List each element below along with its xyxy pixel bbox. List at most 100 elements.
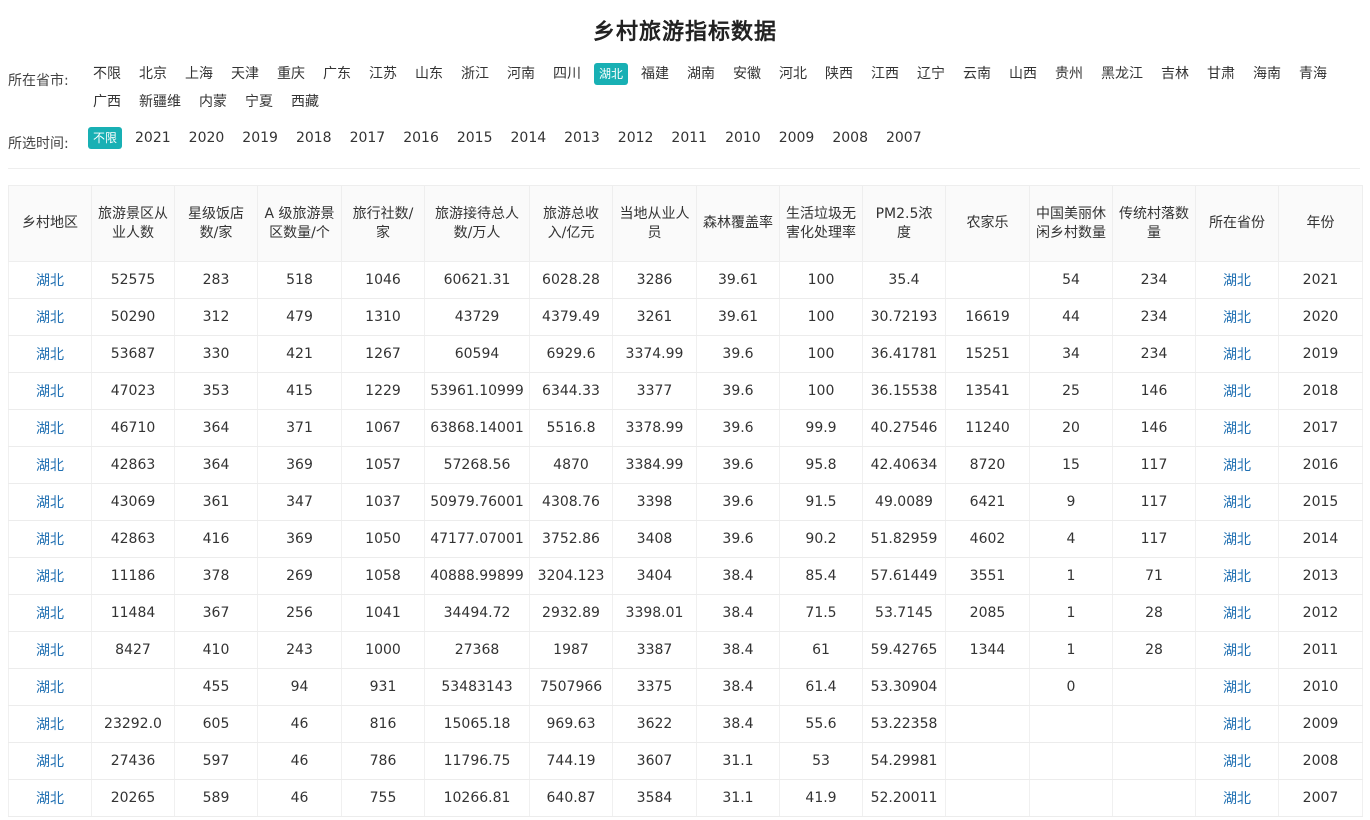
table-cell: 2010 — [1278, 668, 1363, 706]
province-option[interactable]: 广东 — [318, 63, 356, 85]
year-option[interactable]: 2009 — [774, 127, 820, 149]
province-option[interactable]: 北京 — [134, 63, 172, 85]
province-option[interactable]: 云南 — [958, 63, 996, 85]
year-option[interactable]: 2019 — [237, 127, 283, 149]
province-option[interactable]: 四川 — [548, 63, 586, 85]
province-option[interactable]: 河南 — [502, 63, 540, 85]
region-link[interactable]: 湖北 — [1195, 668, 1279, 706]
region-link[interactable]: 湖北 — [1195, 409, 1279, 447]
region-link[interactable]: 湖北 — [1195, 483, 1279, 521]
table-cell: 99.9 — [779, 409, 863, 447]
table-cell: 100 — [779, 335, 863, 373]
table-cell: 3398 — [612, 483, 697, 521]
province-option[interactable]: 江苏 — [364, 63, 402, 85]
region-link[interactable]: 湖北 — [1195, 261, 1279, 299]
region-link[interactable]: 湖北 — [1195, 372, 1279, 410]
table-cell: 57.61449 — [862, 557, 946, 595]
region-link[interactable]: 湖北 — [8, 409, 92, 447]
region-link[interactable]: 湖北 — [8, 705, 92, 743]
year-option[interactable]: 2010 — [720, 127, 766, 149]
region-link[interactable]: 湖北 — [1195, 298, 1279, 336]
province-option[interactable]: 内蒙 — [194, 91, 232, 113]
province-option[interactable]: 山西 — [1004, 63, 1042, 85]
year-option[interactable]: 2008 — [827, 127, 873, 149]
province-option[interactable]: 安徽 — [728, 63, 766, 85]
table-cell — [945, 261, 1030, 299]
region-link[interactable]: 湖北 — [8, 520, 92, 558]
year-option[interactable]: 2012 — [613, 127, 659, 149]
region-link[interactable]: 湖北 — [8, 372, 92, 410]
province-option[interactable]: 浙江 — [456, 63, 494, 85]
province-option[interactable]: 贵州 — [1050, 63, 1088, 85]
region-link[interactable]: 湖北 — [8, 631, 92, 669]
year-option[interactable]: 不限 — [88, 127, 123, 149]
year-option[interactable]: 2011 — [666, 127, 712, 149]
province-option[interactable]: 吉林 — [1156, 63, 1194, 85]
region-link[interactable]: 湖北 — [8, 335, 92, 373]
region-link[interactable]: 湖北 — [8, 261, 92, 299]
year-options: 不限 2021 2020 2019 2018 2017 2016 2015 2014 2013 20… — [88, 127, 1368, 155]
region-link[interactable]: 湖北 — [1195, 557, 1279, 595]
year-option[interactable]: 2020 — [184, 127, 230, 149]
province-option[interactable]: 广西 — [88, 91, 126, 113]
region-link[interactable]: 湖北 — [8, 668, 92, 706]
region-link[interactable]: 湖北 — [1195, 742, 1279, 780]
table-cell: 330 — [174, 335, 258, 373]
year-option[interactable]: 2016 — [398, 127, 444, 149]
region-link[interactable]: 湖北 — [1195, 779, 1279, 817]
province-option[interactable]: 辽宁 — [912, 63, 950, 85]
province-option[interactable]: 重庆 — [272, 63, 310, 85]
province-option[interactable]: 山东 — [410, 63, 448, 85]
region-link[interactable]: 湖北 — [1195, 446, 1279, 484]
province-option[interactable]: 陕西 — [820, 63, 858, 85]
table-cell: 53 — [779, 742, 863, 780]
province-option[interactable]: 上海 — [180, 63, 218, 85]
table-cell: 39.6 — [696, 446, 780, 484]
table-cell: 55.6 — [779, 705, 863, 743]
region-link[interactable]: 湖北 — [8, 557, 92, 595]
region-link[interactable]: 湖北 — [1195, 705, 1279, 743]
year-option[interactable]: 2015 — [452, 127, 498, 149]
year-option[interactable]: 2017 — [345, 127, 391, 149]
table-cell — [1029, 779, 1113, 817]
table-cell: 3551 — [945, 557, 1030, 595]
table-cell: 50979.76001 — [424, 483, 530, 521]
table-cell: 364 — [174, 409, 258, 447]
province-option[interactable]: 宁夏 — [240, 91, 278, 113]
province-option[interactable]: 青海 — [1294, 63, 1332, 85]
year-option[interactable]: 2018 — [291, 127, 337, 149]
table-cell: 1000 — [341, 631, 425, 669]
region-link[interactable]: 湖北 — [1195, 631, 1279, 669]
province-option[interactable]: 不限 — [88, 63, 126, 85]
region-link[interactable]: 湖北 — [8, 298, 92, 336]
region-link[interactable]: 湖北 — [8, 779, 92, 817]
region-link[interactable]: 湖北 — [8, 446, 92, 484]
province-option[interactable]: 新疆维 — [134, 91, 186, 113]
year-option[interactable]: 2007 — [881, 127, 927, 149]
table-cell — [945, 668, 1030, 706]
table-cell: 54 — [1029, 261, 1113, 299]
province-option[interactable]: 福建 — [636, 63, 674, 85]
region-link[interactable]: 湖北 — [8, 483, 92, 521]
table-cell: 11186 — [91, 557, 175, 595]
region-link[interactable]: 湖北 — [8, 594, 92, 632]
region-link[interactable]: 湖北 — [1195, 520, 1279, 558]
province-option[interactable]: 西藏 — [286, 91, 324, 113]
table-cell: 415 — [257, 372, 342, 410]
table-row: 湖北 23292.0 605 46 816 15065.18 969.63 3622 38.4 5… — [8, 705, 1363, 743]
year-option[interactable]: 2013 — [559, 127, 605, 149]
province-option[interactable]: 湖南 — [682, 63, 720, 85]
province-option[interactable]: 海南 — [1248, 63, 1286, 85]
province-option[interactable]: 黑龙江 — [1096, 63, 1148, 85]
province-option[interactable]: 天津 — [226, 63, 264, 85]
province-option[interactable]: 江西 — [866, 63, 904, 85]
region-link[interactable]: 湖北 — [1195, 594, 1279, 632]
year-option[interactable]: 2021 — [130, 127, 176, 149]
table-body: 湖北 52575 283 518 1046 60621.31 6028.28 3286 39.6… — [8, 261, 1363, 817]
region-link[interactable]: 湖北 — [8, 742, 92, 780]
province-option[interactable]: 湖北 — [594, 63, 629, 85]
province-option[interactable]: 河北 — [774, 63, 812, 85]
province-option[interactable]: 甘肃 — [1202, 63, 1240, 85]
region-link[interactable]: 湖北 — [1195, 335, 1279, 373]
year-option[interactable]: 2014 — [506, 127, 552, 149]
